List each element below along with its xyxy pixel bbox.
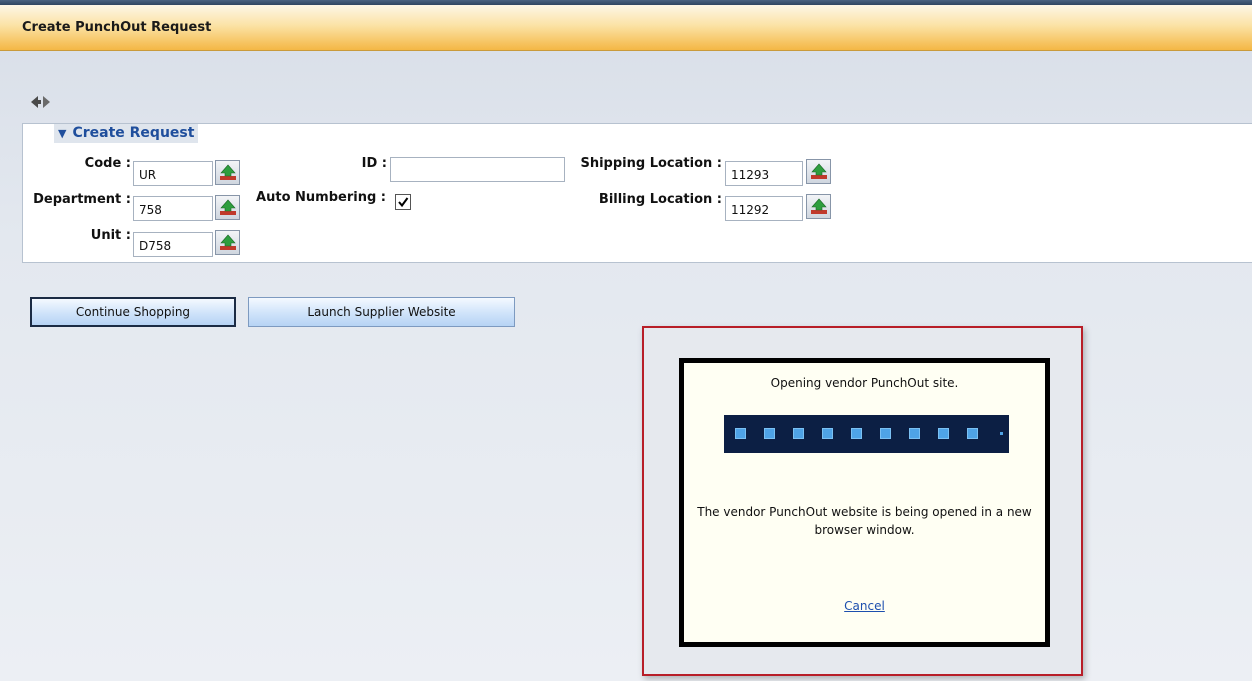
- cancel-link[interactable]: Cancel: [844, 599, 885, 613]
- lookup-arrow-icon: [811, 198, 827, 214]
- lookup-arrow-icon: [220, 164, 236, 180]
- lookup-arrow-icon: [811, 163, 827, 179]
- unit-field[interactable]: D758: [133, 232, 213, 257]
- dialog-title: Opening vendor PunchOut site.: [770, 376, 959, 390]
- code-label: Code :: [84, 156, 131, 171]
- title-bar: Create PunchOut Request: [0, 5, 1252, 51]
- code-field[interactable]: UR: [133, 161, 213, 186]
- progress-segment: [967, 428, 978, 439]
- department-field[interactable]: 758: [133, 196, 213, 221]
- progress-segment: [909, 428, 920, 439]
- billing-location-lookup-button[interactable]: [806, 194, 831, 219]
- billing-location-field[interactable]: 11292: [725, 196, 803, 221]
- department-lookup-button[interactable]: [215, 195, 240, 220]
- section-legend[interactable]: ▼ Create Request: [54, 124, 199, 143]
- launch-supplier-website-button[interactable]: Launch Supplier Website: [248, 297, 515, 327]
- lookup-arrow-icon: [220, 234, 236, 250]
- progress-segment: [880, 428, 891, 439]
- auto-numbering-checkbox[interactable]: [395, 194, 411, 210]
- progress-indicator: [724, 415, 1009, 453]
- dialog-cancel-container: Cancel: [684, 599, 1045, 613]
- unit-lookup-button[interactable]: [215, 230, 240, 255]
- unit-label: Unit :: [90, 228, 131, 243]
- billing-location-label: Billing Location :: [598, 192, 722, 207]
- progress-segment: [793, 428, 804, 439]
- shipping-location-field[interactable]: 11293: [725, 161, 803, 186]
- progress-segment: [735, 428, 746, 439]
- arrow-forward-icon[interactable]: [43, 96, 50, 108]
- progress-segment: [764, 428, 775, 439]
- punchout-dialog: Opening vendor PunchOut site. The vendor…: [679, 358, 1050, 647]
- progress-dot: [1000, 432, 1003, 435]
- progress-segment: [851, 428, 862, 439]
- arrow-back-icon[interactable]: [31, 96, 41, 108]
- progress-segment: [822, 428, 833, 439]
- code-lookup-button[interactable]: [215, 160, 240, 185]
- department-label: Department :: [33, 192, 131, 207]
- id-field[interactable]: [390, 157, 565, 182]
- nav-arrows: [30, 94, 56, 108]
- shipping-location-label: Shipping Location :: [580, 156, 722, 171]
- progress-segment: [938, 428, 949, 439]
- section-title: Create Request: [72, 125, 195, 141]
- dialog-message: The vendor PunchOut website is being ope…: [697, 505, 1032, 537]
- checkmark-icon: [398, 197, 409, 208]
- lookup-arrow-icon: [220, 199, 236, 215]
- page-title: Create PunchOut Request: [22, 20, 212, 35]
- shipping-location-lookup-button[interactable]: [806, 159, 831, 184]
- auto-numbering-label: Auto Numbering :: [256, 190, 386, 205]
- continue-shopping-button[interactable]: Continue Shopping: [30, 297, 236, 327]
- id-label: ID :: [361, 156, 387, 171]
- triangle-down-icon[interactable]: ▼: [58, 125, 66, 143]
